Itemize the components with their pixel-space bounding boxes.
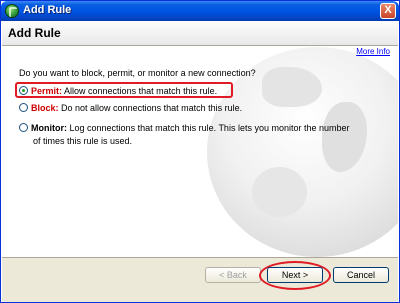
- next-button[interactable]: Next >: [267, 267, 323, 283]
- permit-option[interactable]: Permit: Allow connections that match thi…: [19, 86, 217, 96]
- window-title: Add Rule: [23, 4, 72, 16]
- page-title: Add Rule: [8, 26, 61, 40]
- globe-land-shape: [262, 67, 322, 107]
- back-button[interactable]: < Back: [205, 267, 261, 283]
- firewall-app-icon: [5, 4, 19, 18]
- block-radio[interactable]: [19, 103, 28, 112]
- monitor-radio[interactable]: [19, 123, 28, 132]
- question-text: Do you want to block, permit, or monitor…: [19, 68, 256, 78]
- permit-radio[interactable]: [19, 86, 28, 95]
- monitor-option[interactable]: Monitor: Log connections that match this…: [19, 123, 350, 133]
- close-button[interactable]: X: [380, 3, 396, 19]
- more-info-link[interactable]: More Info: [356, 47, 390, 56]
- block-description: Do not allow connections that match this…: [61, 103, 243, 113]
- block-label: Block:: [31, 103, 59, 113]
- block-option[interactable]: Block: Do not allow connections that mat…: [19, 103, 242, 113]
- permit-description: Allow connections that match this rule.: [64, 86, 218, 96]
- monitor-label: Monitor:: [31, 123, 67, 133]
- monitor-description: Log connections that match this rule. Th…: [69, 123, 350, 133]
- wizard-footer: < Back Next > Cancel: [2, 257, 398, 302]
- permit-label: Permit:: [31, 86, 63, 96]
- title-bar[interactable]: Add Rule X: [1, 1, 399, 21]
- globe-land-shape: [252, 167, 307, 217]
- add-rule-window: Add Rule X Add Rule More Info Do you wan…: [0, 0, 400, 303]
- cancel-button[interactable]: Cancel: [333, 267, 389, 283]
- wizard-header: Add Rule: [2, 21, 398, 46]
- monitor-description-continued: of times this rule is used.: [33, 136, 133, 146]
- wizard-content: More Info Do you want to block, permit, …: [2, 47, 398, 257]
